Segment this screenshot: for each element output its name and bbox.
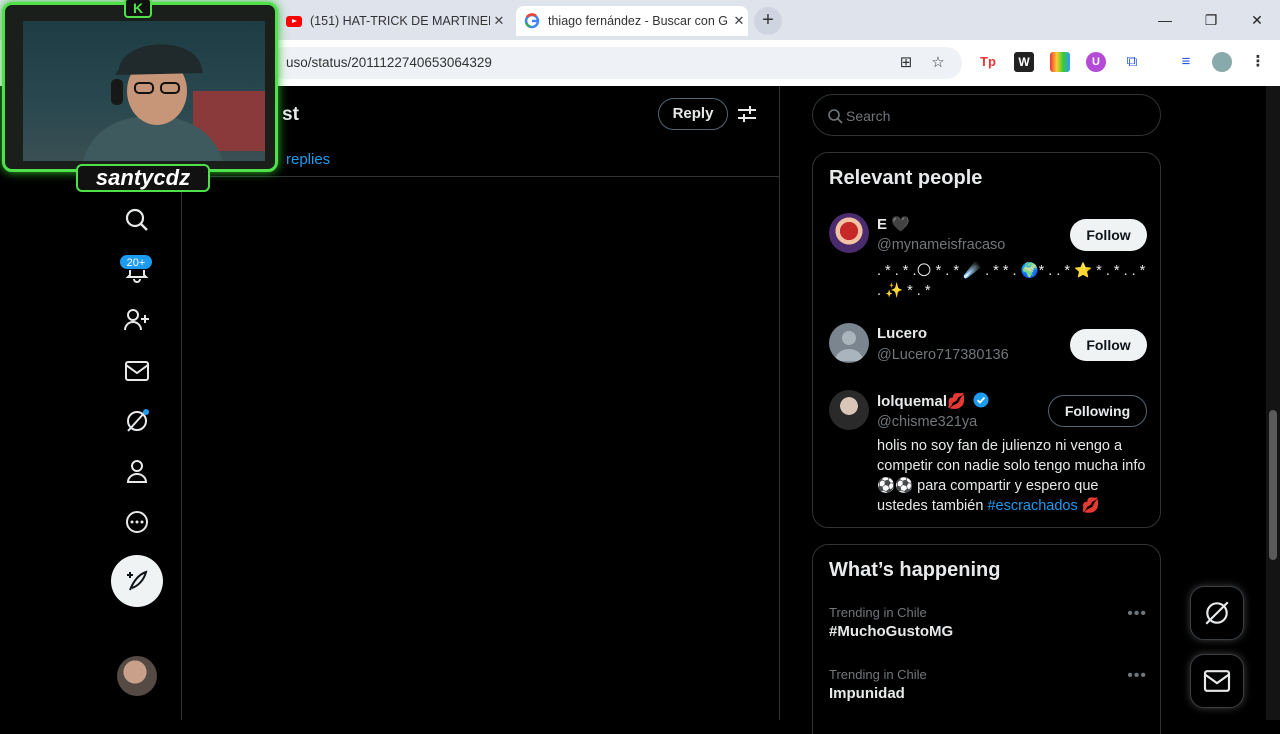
card-title: What’s happening xyxy=(829,559,1001,581)
person-bio: . * . * .🌕 * . * ☄️ . * * . 🌍* . . * ⭐ *… xyxy=(877,263,1146,299)
search-input[interactable]: Search xyxy=(812,94,1161,136)
trend-item[interactable]: Trending in Chile Impunidad ••• xyxy=(829,667,1147,702)
grok-icon[interactable] xyxy=(117,401,157,441)
profile-person-icon[interactable] xyxy=(117,451,157,491)
address-bar[interactable]: uso/status/2011122740653064329 ⊞ ☆ xyxy=(270,47,962,79)
close-tab-icon[interactable]: ✕ xyxy=(730,13,748,29)
person-name[interactable]: lolquemal💋 xyxy=(877,392,989,410)
webcam-logo: K xyxy=(124,0,152,18)
whats-happening-card: What’s happening Trending in Chile #Much… xyxy=(812,544,1161,734)
follow-button[interactable]: Follow xyxy=(1070,329,1147,361)
trend-context: Trending in Chile xyxy=(829,605,927,620)
person-name[interactable]: E 🖤 xyxy=(877,215,910,233)
minimize-window-icon[interactable]: — xyxy=(1150,6,1180,34)
messages-mail-icon[interactable] xyxy=(117,351,157,391)
feather-plus-icon xyxy=(127,570,148,591)
replies-link[interactable]: replies xyxy=(286,151,330,168)
bio-end: 💋 xyxy=(1077,498,1100,514)
relevant-people-card: Relevant people E 🖤 @mynameisfracaso . *… xyxy=(812,152,1161,528)
following-button[interactable]: Following xyxy=(1048,395,1147,427)
google-icon xyxy=(524,13,540,29)
browser-menu-icon[interactable]: ⋮ xyxy=(1248,52,1268,72)
restore-window-icon[interactable]: ❐ xyxy=(1196,6,1226,34)
messages-float-button[interactable] xyxy=(1190,654,1244,708)
streamer-silhouette xyxy=(83,44,265,161)
close-window-icon[interactable]: ✕ xyxy=(1242,6,1272,34)
webcam-frame xyxy=(2,2,278,172)
extension-tp-icon[interactable]: Tp xyxy=(978,52,998,72)
tab-title: thiago fernández - Buscar con G xyxy=(548,14,728,28)
more-options-icon[interactable] xyxy=(117,502,157,542)
person-handle: @Lucero717380136 xyxy=(877,347,1009,363)
browser-tab-youtube[interactable]: (151) HAT-TRICK DE MARTINEL ✕ xyxy=(280,6,508,36)
account-avatar[interactable] xyxy=(117,656,157,696)
media-control-icon[interactable]: ≡ xyxy=(1176,52,1196,72)
close-tab-icon[interactable]: ✕ xyxy=(490,13,508,29)
extension-w-icon[interactable]: W xyxy=(1014,52,1034,72)
profile-avatar-icon[interactable] xyxy=(1212,52,1232,72)
trend-name[interactable]: Impunidad xyxy=(829,685,1147,702)
person-name[interactable]: Lucero xyxy=(877,325,927,342)
page-scrollbar[interactable] xyxy=(1266,86,1280,720)
more-dots-icon[interactable]: ••• xyxy=(1127,605,1147,623)
hashtag-link[interactable]: #escrachados xyxy=(987,498,1077,514)
follow-button[interactable]: Follow xyxy=(1070,219,1147,251)
avatar[interactable] xyxy=(829,213,869,253)
reply-button[interactable]: Reply xyxy=(658,98,728,130)
mail-icon xyxy=(1203,670,1231,692)
extensions-puzzle-icon[interactable]: ⧉ xyxy=(1122,52,1142,72)
webcam-name-label: santycdz xyxy=(76,164,210,192)
explore-search-icon[interactable] xyxy=(117,200,157,240)
extension-color-icon[interactable] xyxy=(1050,52,1070,72)
url-text: uso/status/2011122740653064329 xyxy=(286,55,492,70)
person-bio: holis no soy fan de julienzo ni vengo a … xyxy=(877,436,1149,516)
search-icon xyxy=(828,109,843,124)
search-placeholder: Search xyxy=(846,108,891,124)
youtube-icon xyxy=(286,15,302,27)
webcam-video xyxy=(23,21,265,161)
browser-tab-google[interactable]: thiago fernández - Buscar con G ✕ xyxy=(516,6,748,36)
person-handle: @mynameisfracaso xyxy=(877,237,1006,253)
install-app-icon[interactable]: ⊞ xyxy=(896,53,916,73)
trend-context: Trending in Chile xyxy=(829,667,927,682)
follow-people-icon[interactable] xyxy=(117,300,157,340)
avatar[interactable] xyxy=(829,323,869,363)
scrollbar-thumb[interactable] xyxy=(1269,410,1277,560)
person-handle: @chisme321ya xyxy=(877,414,978,430)
trend-name[interactable]: #MuchoGustoMG xyxy=(829,623,1147,640)
grok-icon xyxy=(1205,601,1229,625)
verified-badge-icon xyxy=(973,392,989,408)
trend-item[interactable]: Trending in Chile #MuchoGustoMG ••• xyxy=(829,605,1147,640)
grok-float-button[interactable] xyxy=(1190,586,1244,640)
bookmark-star-icon[interactable]: ☆ xyxy=(928,53,948,73)
person-name-text: lolquemal💋 xyxy=(877,393,966,410)
more-dots-icon[interactable]: ••• xyxy=(1127,667,1147,685)
avatar[interactable] xyxy=(829,390,869,430)
new-tab-button[interactable]: + xyxy=(754,7,782,35)
card-title: Relevant people xyxy=(829,167,983,189)
tab-title: (151) HAT-TRICK DE MARTINEL xyxy=(310,14,490,28)
page-title: st xyxy=(282,104,299,125)
webcam-overlay: K santycdz xyxy=(0,0,282,192)
default-avatar-icon xyxy=(835,331,863,361)
compose-post-button[interactable] xyxy=(111,555,163,607)
extension-u-icon[interactable]: U xyxy=(1086,52,1106,72)
filter-sliders-icon[interactable] xyxy=(736,103,758,125)
notifications-badge: 20+ xyxy=(119,254,153,270)
